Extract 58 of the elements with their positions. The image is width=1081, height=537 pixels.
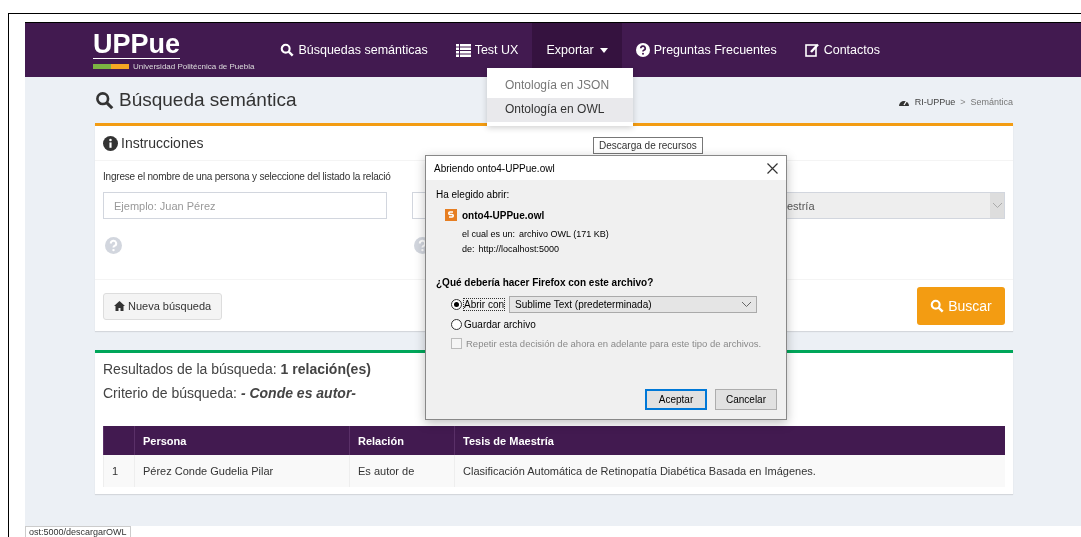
- table-cell: Clasificación Automática de Retinopatía Diabética Basada en Imágenes.: [454, 455, 1005, 487]
- search-icon: [930, 299, 945, 313]
- page-title: Búsqueda semántica: [95, 89, 297, 111]
- radio-option[interactable]: Abrir con: [451, 298, 504, 310]
- close-icon[interactable]: [767, 162, 778, 174]
- column-header: [103, 426, 135, 455]
- dialog-question: ¿Qué debería hacer Firefox con este archivo?: [436, 277, 655, 288]
- logo[interactable]: UPPue Universidad Politécnica de Puebla: [93, 23, 255, 77]
- table-cell: Pérez Conde Gudelia Pilar: [134, 455, 350, 487]
- color-stripe-icon: [93, 63, 129, 69]
- radio-option[interactable]: Guardar archivo: [451, 318, 536, 330]
- caret-icon: [599, 47, 608, 53]
- logo-text: UPPue: [93, 29, 181, 59]
- new-search-button[interactable]: Nueva búsqueda: [103, 292, 223, 320]
- criteria-label: Criterio de búsqueda:: [103, 385, 237, 401]
- instructions-text: Ingrese el nombre de una persona y seleccione del listado la relació: [103, 171, 392, 182]
- edit-icon: [804, 43, 820, 57]
- table-cell: Es autor de: [349, 455, 455, 487]
- table-cell: 1: [103, 455, 135, 487]
- panel-title: Instrucciones: [121, 135, 204, 151]
- info-value: archivo OWL (171 KB): [519, 229, 609, 239]
- list-icon: [455, 43, 471, 57]
- nav-link[interactable]: Búsquedas semánticas: [266, 23, 442, 77]
- info-label: el cual es un:: [462, 229, 516, 239]
- column-header: Relación: [349, 426, 455, 455]
- app-select[interactable]: Sublime Text (predeterminada): [509, 295, 757, 313]
- help-icon: [635, 43, 650, 57]
- breadcrumb-current: Semántica: [970, 97, 1013, 107]
- info-value: http://localhost:5000: [478, 244, 560, 254]
- file-icon: [445, 209, 457, 221]
- dialog-button[interactable]: Cancelar: [715, 389, 777, 410]
- logo-subtitle: Universidad Politécnica de Puebla: [133, 61, 255, 71]
- search-icon: [280, 43, 295, 57]
- dialog-text: Ha elegido abrir:: [436, 189, 511, 200]
- results-count: 1 relación(es): [280, 361, 371, 377]
- nav-link[interactable]: Test UX: [441, 23, 533, 77]
- info-icon: [103, 135, 118, 151]
- breadcrumb-link[interactable]: RI-UPPue: [914, 97, 956, 107]
- menu-item[interactable]: Ontología en JSON: [487, 74, 633, 98]
- name-input[interactable]: Ejemplo: Juan Pérez: [103, 192, 387, 219]
- criteria-value: - Conde es autor-: [240, 385, 356, 401]
- chevron-down-icon: [992, 203, 1002, 208]
- results-label: Resultados de la búsqueda:: [103, 361, 277, 377]
- dialog-button[interactable]: Aceptar: [645, 389, 707, 410]
- breadcrumb-separator: >: [960, 97, 966, 107]
- dialog-title: Abriendo onto4-UPPue.owl: [434, 162, 555, 174]
- status-url: ost:5000/descargarOWL: [25, 526, 131, 537]
- menu-item[interactable]: Ontología en OWL: [487, 98, 633, 122]
- home-icon: [114, 301, 125, 311]
- info-label: de:: [462, 244, 475, 254]
- chevron-down-icon: [742, 301, 751, 307]
- nav-link[interactable]: Contactos: [790, 23, 894, 77]
- tooltip: Descarga de recursos: [593, 137, 703, 154]
- search-icon: [95, 90, 114, 110]
- column-header: Persona: [134, 426, 350, 455]
- nav-link[interactable]: Preguntas Frecuentes: [621, 23, 791, 77]
- file-name: onto4-UPPue.owl: [462, 209, 545, 221]
- column-header: Tesis de Maestría: [454, 426, 1005, 455]
